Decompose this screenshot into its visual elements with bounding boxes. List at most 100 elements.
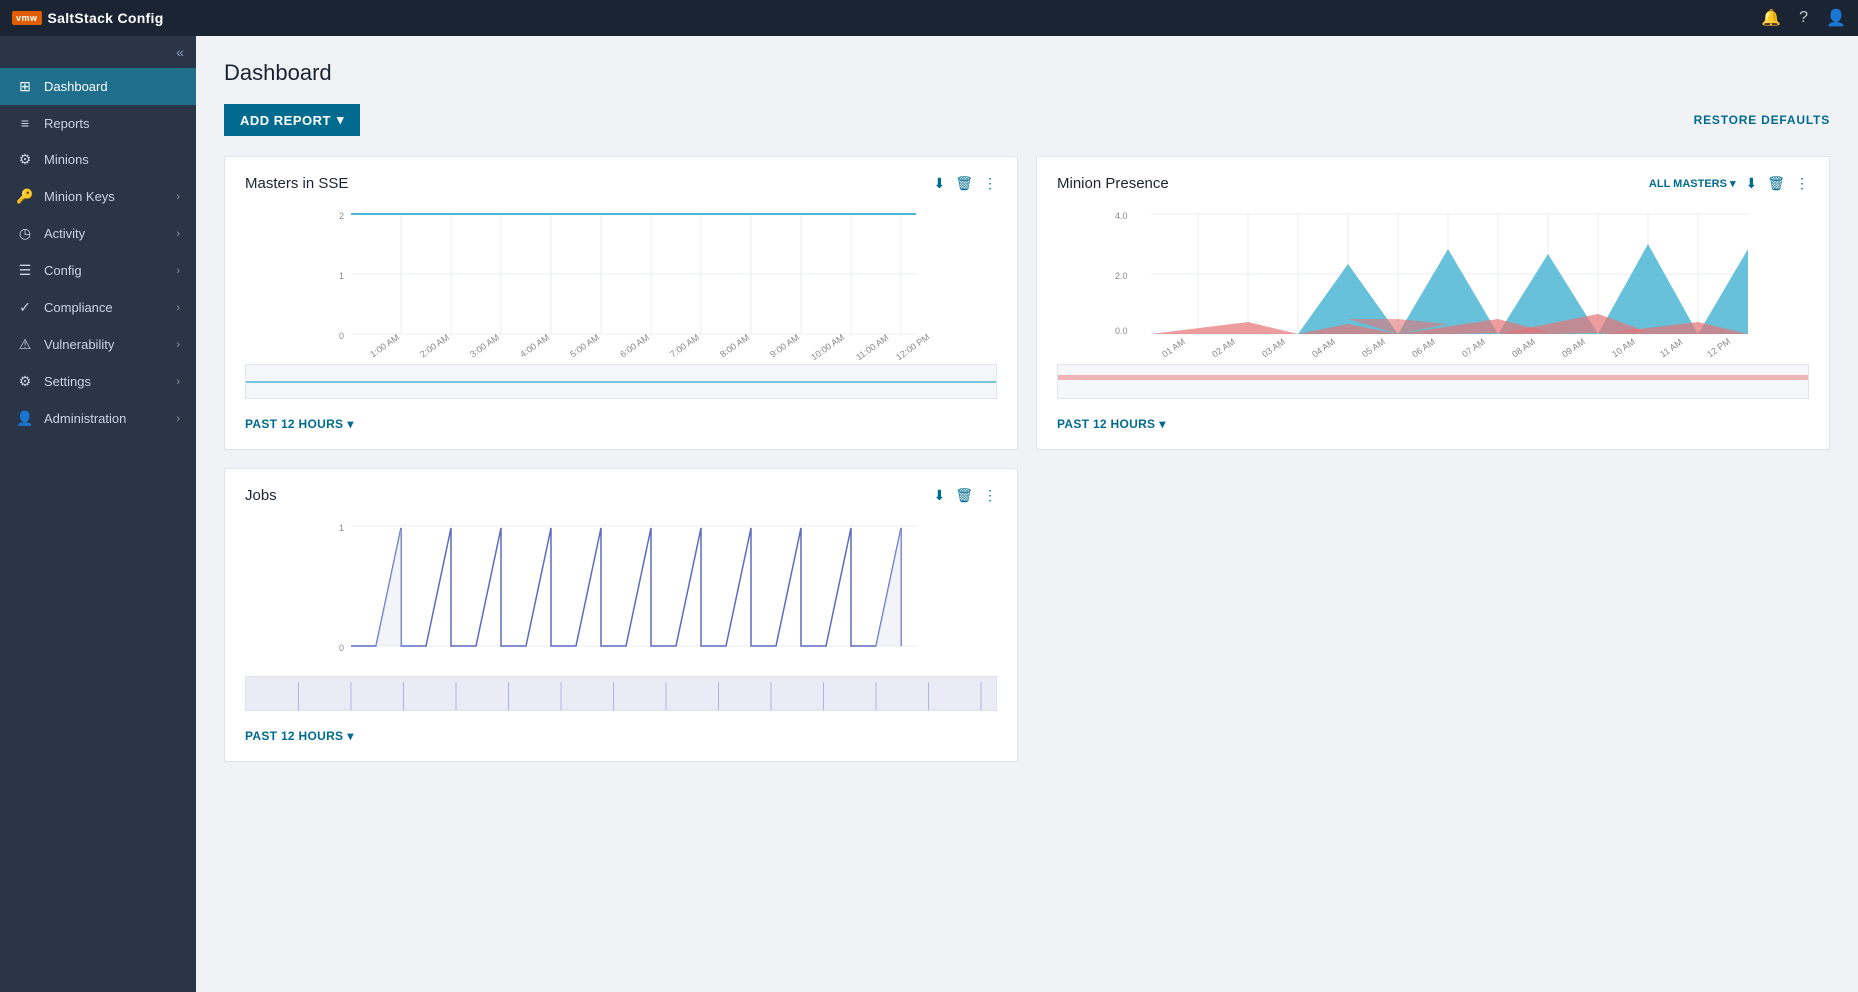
- svg-text:07 AM: 07 AM: [1460, 337, 1487, 360]
- svg-text:05 AM: 05 AM: [1360, 337, 1387, 360]
- sidebar-label-minion-keys: Minion Keys: [44, 189, 166, 204]
- chevron-right-icon-3: ›: [176, 265, 180, 277]
- svg-text:0: 0: [339, 643, 344, 653]
- jobs-card-header: Jobs ⬇ 🗑 ⋮: [245, 487, 997, 504]
- masters-time-filter[interactable]: PAST 12 HOURS ▾: [245, 417, 997, 431]
- more-icon-2[interactable]: ⋮: [1795, 175, 1809, 192]
- masters-mini-chart: [245, 364, 997, 399]
- svg-text:06 AM: 06 AM: [1410, 337, 1437, 360]
- sidebar-label-minions: Minions: [44, 152, 180, 167]
- sidebar-collapse-button[interactable]: «: [0, 36, 196, 68]
- time-filter-chevron: ▾: [347, 417, 353, 431]
- sidebar-label-administration: Administration: [44, 411, 166, 426]
- svg-text:04 AM: 04 AM: [1310, 337, 1337, 360]
- sidebar-item-reports[interactable]: ≡ Reports: [0, 105, 196, 141]
- delete-icon-3[interactable]: 🗑: [955, 487, 973, 504]
- svg-text:02 AM: 02 AM: [1210, 337, 1237, 360]
- sidebar-label-activity: Activity: [44, 226, 166, 241]
- chevron-right-icon-4: ›: [176, 302, 180, 314]
- sidebar-item-activity[interactable]: ◷ Activity ›: [0, 215, 196, 252]
- sidebar-item-dashboard[interactable]: ⊞ Dashboard: [0, 68, 196, 105]
- minion-presence-chart: 4.0 2.0 0.0: [1057, 204, 1809, 354]
- more-icon[interactable]: ⋮: [983, 175, 997, 192]
- jobs-chart: 1 0: [245, 516, 997, 666]
- help-icon[interactable]: ?: [1799, 9, 1808, 27]
- sidebar-item-administration[interactable]: 👤 Administration ›: [0, 400, 196, 437]
- chevron-right-icon-2: ›: [176, 228, 180, 240]
- compliance-icon: ✓: [16, 299, 34, 316]
- sidebar-label-config: Config: [44, 263, 166, 278]
- vulnerability-icon: ⚠: [16, 336, 34, 353]
- restore-defaults-button[interactable]: RESTORE DEFAULTS: [1694, 113, 1830, 127]
- svg-text:1: 1: [339, 523, 344, 533]
- minion-presence-card-header: Minion Presence ALL MASTERS ▾ ⬇ 🗑 ⋮: [1057, 175, 1809, 192]
- sidebar-item-minion-keys[interactable]: 🔑 Minion Keys ›: [0, 178, 196, 215]
- chevron-right-icon-5: ›: [176, 339, 180, 351]
- sidebar-item-vulnerability[interactable]: ⚠ Vulnerability ›: [0, 326, 196, 363]
- masters-card: Masters in SSE ⬇ 🗑 ⋮ 2 1 0: [224, 156, 1018, 450]
- masters-chart: 2 1 0: [245, 204, 997, 354]
- svg-text:03 AM: 03 AM: [1260, 337, 1287, 360]
- jobs-card: Jobs ⬇ 🗑 ⋮ 1 0: [224, 468, 1018, 762]
- sidebar-label-vulnerability: Vulnerability: [44, 337, 166, 352]
- chevron-right-icon-6: ›: [176, 376, 180, 388]
- sidebar-label-dashboard: Dashboard: [44, 79, 180, 94]
- svg-text:10:00 AM: 10:00 AM: [809, 332, 846, 362]
- svg-text:01 AM: 01 AM: [1160, 337, 1187, 360]
- filter-chevron-icon: ▾: [1730, 177, 1736, 190]
- sidebar-item-settings[interactable]: ⚙ Settings ›: [0, 363, 196, 400]
- main-layout: « ⊞ Dashboard ≡ Reports ⚙ Minions 🔑 Mini…: [0, 36, 1858, 992]
- all-masters-filter[interactable]: ALL MASTERS ▾: [1649, 177, 1736, 190]
- svg-text:2.0: 2.0: [1115, 271, 1128, 281]
- svg-text:4.0: 4.0: [1115, 211, 1128, 221]
- sidebar-item-minions[interactable]: ⚙ Minions: [0, 141, 196, 178]
- masters-card-header: Masters in SSE ⬇ 🗑 ⋮: [245, 175, 997, 192]
- svg-text:7:00 AM: 7:00 AM: [668, 332, 701, 359]
- minion-time-filter[interactable]: PAST 12 HOURS ▾: [1057, 417, 1809, 431]
- sidebar-label-compliance: Compliance: [44, 300, 166, 315]
- add-report-button[interactable]: ADD REPORT ▾: [224, 104, 360, 136]
- jobs-mini-chart: [245, 676, 997, 711]
- delete-icon-2[interactable]: 🗑: [1767, 175, 1785, 192]
- download-icon[interactable]: ⬇: [933, 175, 945, 192]
- svg-text:5:00 AM: 5:00 AM: [568, 332, 601, 359]
- settings-icon: ⚙: [16, 373, 34, 390]
- notifications-icon[interactable]: 🔔: [1761, 8, 1781, 28]
- download-icon-2[interactable]: ⬇: [1745, 175, 1757, 192]
- svg-text:08 AM: 08 AM: [1510, 337, 1537, 360]
- more-icon-3[interactable]: ⋮: [983, 487, 997, 504]
- user-icon[interactable]: 👤: [1826, 8, 1846, 28]
- sidebar-item-compliance[interactable]: ✓ Compliance ›: [0, 289, 196, 326]
- sidebar-label-reports: Reports: [44, 116, 180, 131]
- masters-card-title: Masters in SSE: [245, 175, 923, 192]
- config-icon: ☰: [16, 262, 34, 279]
- svg-text:1:00 AM: 1:00 AM: [368, 332, 401, 359]
- topbar-icons: 🔔 ? 👤: [1761, 8, 1846, 28]
- dashboard-grid: Masters in SSE ⬇ 🗑 ⋮ 2 1 0: [224, 156, 1830, 762]
- svg-text:11:00 AM: 11:00 AM: [854, 333, 890, 363]
- brand: vmw SaltStack Config: [12, 10, 164, 26]
- jobs-filter-chevron-icon: ▾: [347, 729, 353, 743]
- chevron-right-icon-7: ›: [176, 413, 180, 425]
- sidebar-item-config[interactable]: ☰ Config ›: [0, 252, 196, 289]
- svg-text:3:00 AM: 3:00 AM: [468, 332, 501, 359]
- vmw-logo: vmw: [12, 11, 42, 25]
- minion-presence-mini-chart: [1057, 364, 1809, 399]
- toolbar: ADD REPORT ▾ RESTORE DEFAULTS: [224, 104, 1830, 136]
- delete-icon[interactable]: 🗑: [955, 175, 973, 192]
- jobs-time-filter[interactable]: PAST 12 HOURS ▾: [245, 729, 997, 743]
- download-icon-3[interactable]: ⬇: [933, 487, 945, 504]
- minion-filter-chevron-icon: ▾: [1159, 417, 1165, 431]
- svg-text:1: 1: [339, 271, 344, 281]
- svg-text:0: 0: [339, 331, 344, 341]
- brand-name: SaltStack Config: [48, 10, 164, 26]
- svg-text:10 AM: 10 AM: [1610, 337, 1637, 360]
- svg-text:4:00 AM: 4:00 AM: [518, 332, 551, 359]
- minion-presence-card-actions: ⬇ 🗑 ⋮: [1745, 175, 1809, 192]
- reports-icon: ≡: [16, 115, 34, 131]
- svg-text:0.0: 0.0: [1115, 326, 1128, 336]
- sidebar-label-settings: Settings: [44, 374, 166, 389]
- jobs-card-title: Jobs: [245, 487, 923, 504]
- minion-keys-icon: 🔑: [16, 188, 34, 205]
- svg-text:09 AM: 09 AM: [1560, 337, 1587, 360]
